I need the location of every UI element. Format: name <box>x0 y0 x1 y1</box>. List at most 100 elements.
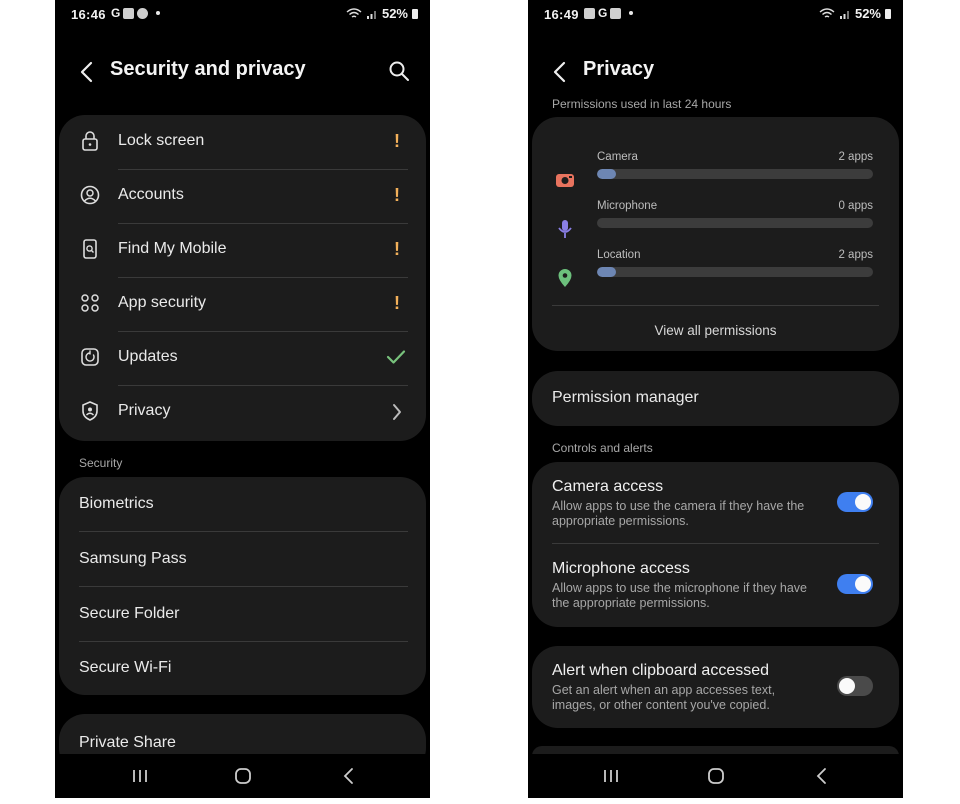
menu-item-label: Privacy <box>118 402 171 419</box>
view-all-permissions-link[interactable]: View all permissions <box>532 323 899 338</box>
signal-icon <box>839 10 849 19</box>
location-pin-icon <box>558 269 572 287</box>
camera-access-row[interactable]: Camera access Allow apps to use the came… <box>532 478 899 538</box>
controls-card: Camera access Allow apps to use the came… <box>532 462 899 627</box>
permission-name: Camera <box>597 151 638 163</box>
toggle-title: Alert when clipboard accessed <box>552 662 770 679</box>
find-mobile-icon <box>83 239 97 259</box>
microphone-icon <box>558 220 572 238</box>
menu-item-secure-folder[interactable]: Secure Folder <box>59 587 426 641</box>
toggle-knob <box>839 678 855 694</box>
wifi-icon <box>819 7 835 18</box>
usage-bar-fill <box>597 267 617 277</box>
home-icon[interactable] <box>704 766 728 786</box>
signal-icon <box>366 10 376 19</box>
status-time: 16:49 <box>544 7 579 22</box>
menu-item-label: Samsung Pass <box>79 550 187 567</box>
permission-row-camera[interactable]: Camera 2 apps <box>532 151 899 199</box>
menu-item-biometrics[interactable]: Biometrics <box>59 477 426 531</box>
security-options-card: Biometrics Samsung Pass Secure Folder Se… <box>59 477 426 695</box>
clipboard-card: Alert when clipboard accessed Get an ale… <box>532 646 899 728</box>
menu-item-label: Lock screen <box>118 132 205 149</box>
recent-apps-icon[interactable] <box>599 766 623 786</box>
toggle-title: Microphone access <box>552 560 690 577</box>
permission-name: Location <box>597 249 641 261</box>
status-right: 52% <box>819 6 891 21</box>
camera-access-toggle[interactable] <box>837 492 873 512</box>
permission-manager-card[interactable]: Permission manager <box>532 371 899 426</box>
menu-item-label: Find My Mobile <box>118 240 227 257</box>
back-nav-icon[interactable] <box>337 766 361 786</box>
lock-icon <box>82 131 98 151</box>
menu-item-find-my-mobile[interactable]: Find My Mobile ! <box>59 223 426 277</box>
section-header-permissions-used: Permissions used in last 24 hours <box>552 97 732 109</box>
page-title: Privacy <box>583 58 655 80</box>
clipboard-alert-row[interactable]: Alert when clipboard accessed Get an ale… <box>532 662 899 722</box>
back-arrow-icon[interactable] <box>550 60 570 84</box>
section-header-security: Security <box>79 456 123 470</box>
menu-item-label: Secure Folder <box>79 605 180 622</box>
navigation-bar <box>528 754 903 798</box>
search-icon[interactable] <box>388 60 410 82</box>
notification-icons: G <box>584 6 634 20</box>
menu-item-secure-wifi[interactable]: Secure Wi-Fi <box>59 641 426 695</box>
permission-count: 2 apps <box>838 249 873 261</box>
app-bar: Privacy <box>528 52 903 92</box>
menu-item-samsung-pass[interactable]: Samsung Pass <box>59 532 426 586</box>
app-notification-icon <box>137 7 149 19</box>
status-bar: 16:46 G 52% <box>55 0 430 30</box>
notification-icons: G <box>111 6 161 20</box>
privacy-screen: 16:49 G 52% Privacy Permissions used in … <box>528 0 903 798</box>
clipboard-alert-toggle[interactable] <box>837 676 873 696</box>
security-status-card: Lock screen ! Accounts ! Find My Mobile … <box>59 115 426 441</box>
more-notifications-dot <box>629 11 634 15</box>
menu-item-app-security[interactable]: App security ! <box>59 277 426 331</box>
permission-manager-label: Permission manager <box>552 389 699 406</box>
divider <box>552 543 879 544</box>
security-privacy-screen: 16:46 G 52% Security and privacy Lock sc… <box>55 0 430 798</box>
more-notifications-dot <box>156 11 161 15</box>
menu-item-accounts[interactable]: Accounts ! <box>59 169 426 223</box>
gallery-icon <box>584 7 595 19</box>
page-title: Security and privacy <box>110 58 306 80</box>
privacy-shield-icon <box>82 401 98 421</box>
menu-item-label: Updates <box>118 348 178 365</box>
checkmark-icon <box>386 350 406 364</box>
warning-icon: ! <box>394 185 400 205</box>
section-header-controls: Controls and alerts <box>552 441 653 455</box>
divider <box>552 305 879 306</box>
recent-apps-icon[interactable] <box>128 766 152 786</box>
account-circle-icon <box>80 185 100 205</box>
menu-item-privacy[interactable]: Privacy <box>59 385 426 439</box>
app-bar: Security and privacy <box>55 52 430 92</box>
permissions-usage-card: Camera 2 apps Microphone 0 apps Location… <box>532 117 899 351</box>
toggle-description: Allow apps to use the camera if they hav… <box>552 499 805 528</box>
menu-item-label: Accounts <box>118 186 184 203</box>
permission-count: 2 apps <box>838 151 873 163</box>
microphone-access-toggle[interactable] <box>837 574 873 594</box>
status-time: 16:46 <box>71 7 106 22</box>
status-bar: 16:49 G 52% <box>528 0 903 30</box>
wifi-icon <box>346 7 362 18</box>
update-icon <box>81 348 99 366</box>
usage-bar-fill <box>597 169 617 179</box>
back-nav-icon[interactable] <box>810 766 834 786</box>
menu-item-label: Biometrics <box>79 495 154 512</box>
status-right: 52% <box>346 6 418 21</box>
menu-item-lock-screen[interactable]: Lock screen ! <box>59 115 426 169</box>
menu-item-updates[interactable]: Updates <box>59 331 426 385</box>
usage-bar <box>597 267 873 277</box>
back-arrow-icon[interactable] <box>77 60 97 84</box>
permission-row-microphone[interactable]: Microphone 0 apps <box>532 200 899 248</box>
camera-icon <box>556 174 574 187</box>
microphone-access-row[interactable]: Microphone access Allow apps to use the … <box>532 560 899 620</box>
permission-count: 0 apps <box>838 200 873 212</box>
chevron-right-icon <box>393 404 401 420</box>
app-notification-icon <box>610 7 622 19</box>
home-icon[interactable] <box>231 766 255 786</box>
battery-icon <box>885 8 891 19</box>
permission-row-location[interactable]: Location 2 apps <box>532 249 899 297</box>
battery-percent: 52% <box>381 6 408 21</box>
gallery-icon <box>123 7 135 19</box>
menu-item-label: App security <box>118 294 207 311</box>
